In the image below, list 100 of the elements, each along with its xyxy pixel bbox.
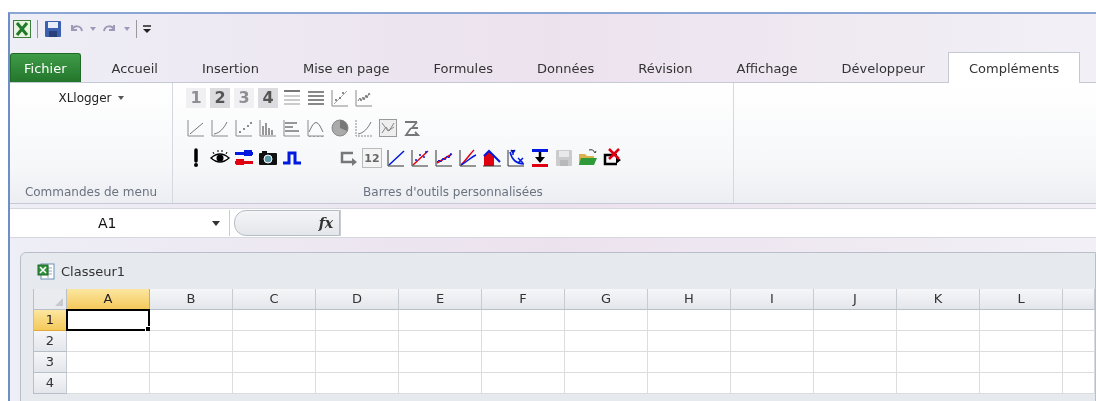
insert-arrow-icon[interactable] [530,148,550,168]
ribbon-tab[interactable]: Formules [412,53,514,82]
grid-cell[interactable] [980,310,1063,331]
grid-cell[interactable] [399,310,482,331]
ribbon-tab[interactable]: Affichage [715,53,819,82]
grid-cell[interactable] [482,373,565,394]
grid-cell[interactable] [316,331,399,352]
grid-cell[interactable] [1063,331,1095,352]
grid-cell[interactable] [482,331,565,352]
column-header[interactable]: F [482,289,565,310]
grid-cell[interactable] [150,310,233,331]
column-header[interactable]: C [233,289,316,310]
grid-cell[interactable] [316,373,399,394]
grid-cell[interactable] [980,331,1063,352]
fit-chart-icon[interactable] [410,148,430,168]
dropdown-icon[interactable] [212,220,220,226]
chart-frame-icon[interactable] [378,118,398,138]
column-header[interactable]: B [150,289,233,310]
column-header[interactable]: H [648,289,731,310]
delete-icon[interactable] [602,148,622,168]
horizontal-lines-icon[interactable] [306,88,326,108]
column-header[interactable] [1063,289,1095,310]
column-header[interactable]: I [731,289,814,310]
grid-cell[interactable] [814,331,897,352]
dot-chart-icon[interactable] [234,118,254,138]
grid-cell[interactable] [233,373,316,394]
xllogger-menu-button[interactable]: XLlogger [54,89,128,107]
grid-cell[interactable] [565,331,648,352]
grid-cell[interactable] [565,310,648,331]
save-icon[interactable] [44,20,62,38]
caret-icon[interactable] [90,27,96,31]
column-header[interactable]: L [980,289,1063,310]
grid-cell[interactable] [897,331,980,352]
row-header[interactable]: 4 [34,373,67,394]
pie-chart-icon[interactable] [330,118,350,138]
scatter-chart-icon[interactable] [330,88,350,108]
line-chart-icon[interactable] [386,148,406,168]
grid-cell[interactable] [897,352,980,373]
curve-chart-icon[interactable] [458,148,478,168]
row-header[interactable]: 3 [34,352,67,373]
camera-icon[interactable] [258,148,278,168]
customize-toolbar-icon[interactable] [143,25,151,33]
y-x-curve-icon[interactable] [506,148,526,168]
grid-cell[interactable] [897,310,980,331]
grid-cell[interactable] [67,331,150,352]
resize-handle[interactable] [234,210,340,236]
grid-cell[interactable] [648,352,731,373]
grid-cell[interactable] [980,352,1063,373]
row-header[interactable]: 2 [34,331,67,352]
grid-cell[interactable] [648,310,731,331]
grid-cell[interactable] [648,331,731,352]
grid-cell[interactable] [399,331,482,352]
grid-cell[interactable] [67,373,150,394]
grid-cell[interactable] [233,310,316,331]
grid-cell[interactable] [399,373,482,394]
peak-chart-icon[interactable] [306,118,326,138]
grid-cell[interactable] [814,373,897,394]
grid-cell[interactable] [731,331,814,352]
grid-cell[interactable] [482,310,565,331]
grid-cell[interactable] [565,373,648,394]
column-header[interactable]: E [399,289,482,310]
toolbar-button[interactable]: 12 [362,148,382,168]
grid-cell[interactable] [482,352,565,373]
ribbon-tab[interactable]: Accueil [90,53,179,82]
grid-cell[interactable] [399,352,482,373]
grid-cell[interactable] [67,352,150,373]
grid-cell[interactable] [731,310,814,331]
column-header[interactable]: K [897,289,980,310]
ribbon-tab[interactable]: Mise en page [282,53,411,82]
ribbon-tab[interactable]: Révision [617,53,714,82]
grid-cell[interactable] [316,352,399,373]
grid-cell[interactable] [897,373,980,394]
horizontal-bar-chart-icon[interactable] [282,118,302,138]
grid-cell[interactable] [980,373,1063,394]
fit-chart-icon[interactable] [434,148,454,168]
area-chart-icon[interactable] [482,148,502,168]
grid-cell[interactable] [1063,352,1095,373]
select-all-button[interactable] [34,289,67,310]
grid-cell[interactable] [1063,373,1095,394]
grid-cell[interactable] [316,310,399,331]
grid-cell[interactable] [814,310,897,331]
active-cell[interactable] [66,309,150,331]
excel-logo-icon[interactable] [13,20,31,38]
ribbon-tab[interactable]: Données [515,53,616,82]
ribbon-tab[interactable]: Compléments [947,52,1081,83]
column-header[interactable]: J [814,289,897,310]
grid-cell[interactable] [233,352,316,373]
file-tab[interactable]: Fichier [10,53,81,82]
grid-cell[interactable] [814,352,897,373]
toolbar-button[interactable]: 2 [210,88,230,108]
loop-arrow-icon[interactable] [402,118,422,138]
caret-icon[interactable] [124,27,130,31]
grid-cell[interactable] [731,352,814,373]
ribbon-tab[interactable]: Insertion [180,53,280,82]
ribbon-tab[interactable]: Développeur [820,53,946,82]
grid-cell[interactable] [731,373,814,394]
row-header[interactable]: 1 [34,310,67,331]
grid-cell[interactable] [150,352,233,373]
horizontal-lines-icon[interactable] [282,88,302,108]
grid-cell[interactable] [648,373,731,394]
